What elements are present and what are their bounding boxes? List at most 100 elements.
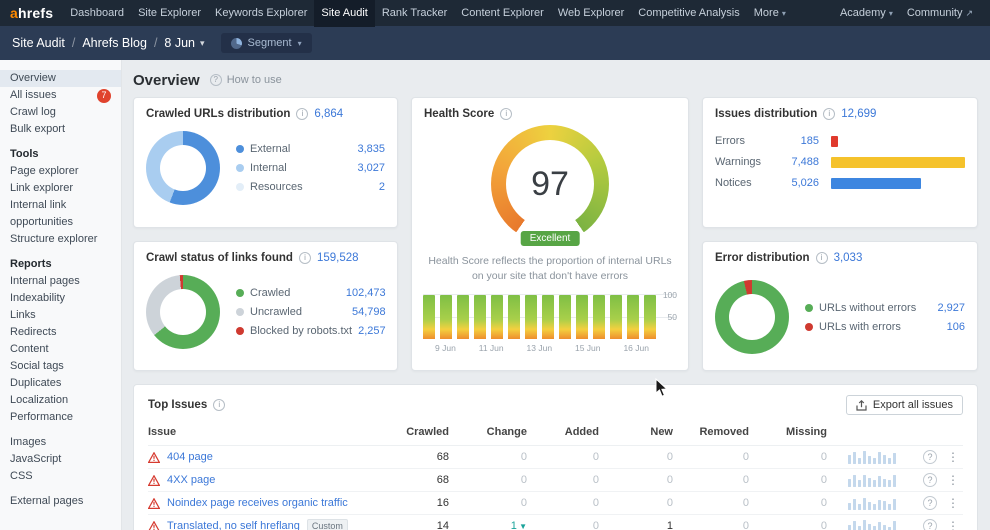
sidebar-item-localization[interactable]: Localization: [0, 392, 121, 409]
nav-item-site-explorer[interactable]: Site Explorer: [131, 0, 208, 27]
breadcrumb-item-8-jun[interactable]: 8 Jun: [164, 36, 195, 50]
legend-dot: [236, 145, 244, 153]
card-total[interactable]: 3,033: [834, 252, 863, 264]
nav-item-dashboard[interactable]: Dashboard: [63, 0, 131, 27]
sidebar-item-duplicates[interactable]: Duplicates: [0, 375, 121, 392]
help-icon[interactable]: ?: [923, 473, 937, 487]
breadcrumb-item-ahrefs-blog[interactable]: Ahrefs Blog: [82, 36, 147, 50]
error-distribution-card: Error distribution i 3,033 URLs without …: [702, 241, 978, 371]
table-row: Translated, no self hreflang Custom 14 1 ▼ 0…: [148, 515, 963, 530]
health-bar: [423, 294, 435, 340]
sidebar-item-javascript[interactable]: JavaScript: [0, 451, 121, 468]
health-bar: [542, 294, 554, 340]
ahrefs-logo[interactable]: ahrefs: [10, 5, 53, 21]
card-total[interactable]: 6,864: [314, 108, 343, 120]
health-bar: [491, 294, 503, 340]
info-icon[interactable]: i: [500, 108, 513, 120]
sidebar-item-content[interactable]: Content: [0, 341, 121, 358]
issue-link[interactable]: 404 page: [167, 451, 213, 463]
info-icon[interactable]: i: [213, 399, 226, 411]
sidebar-item-external-pages[interactable]: External pages: [0, 493, 121, 510]
sidebar: Overview All issues 7 Crawl log Bulk export T…: [0, 60, 122, 530]
issues-distribution-card: Issues distribution i 12,699 Errors 185 Wa…: [702, 97, 978, 228]
sidebar-item-indexability[interactable]: Indexability: [0, 290, 121, 307]
sidebar-item-bulk-export[interactable]: Bulk export: [0, 121, 121, 138]
sidebar-item-all-issues[interactable]: All issues 7: [0, 87, 121, 104]
column-header-added[interactable]: Added: [527, 426, 599, 438]
column-header-issue[interactable]: Issue: [148, 426, 387, 438]
legend-dot: [236, 327, 244, 335]
issue-link[interactable]: Noindex page receives organic traffic: [167, 497, 348, 509]
nav-item-community[interactable]: Community ↗: [900, 0, 980, 27]
column-header-change[interactable]: Change: [449, 426, 527, 438]
error-distribution-legend: URLs without errors 2,927 URLs with errors…: [805, 298, 965, 336]
help-icon[interactable]: ?: [923, 496, 937, 510]
sidebar-item-overview[interactable]: Overview: [0, 70, 121, 87]
error-severity-icon: [148, 451, 160, 463]
logo-rest: hrefs: [18, 5, 54, 21]
column-header-new[interactable]: New: [599, 426, 673, 438]
how-to-use-label: How to use: [226, 74, 282, 86]
health-bar: [593, 294, 605, 340]
segment-button[interactable]: Segment ▾: [220, 33, 312, 53]
sidebar-item-link-explorer[interactable]: Link explorer: [0, 180, 121, 197]
nav-item-academy[interactable]: Academy ▾: [833, 0, 900, 27]
health-score-value: 97: [531, 164, 569, 203]
card-total[interactable]: 159,528: [317, 252, 359, 264]
sidebar-item-internal-link-opportunities[interactable]: Internal link opportunities: [0, 197, 121, 231]
column-header-missing[interactable]: Missing: [749, 426, 827, 438]
crawl-status-card: Crawl status of links found i 159,528 Cr…: [133, 241, 398, 371]
column-header-crawled[interactable]: Crawled: [387, 426, 449, 438]
kebab-menu-icon[interactable]: ⋮: [943, 519, 963, 530]
how-to-use-link[interactable]: ? How to use: [209, 74, 282, 86]
sidebar-item-page-explorer[interactable]: Page explorer: [0, 163, 121, 180]
sidebar-item-internal-pages[interactable]: Internal pages: [0, 273, 121, 290]
info-icon[interactable]: i: [815, 252, 828, 264]
help-icon[interactable]: ?: [923, 519, 937, 530]
legend-dot: [236, 308, 244, 316]
issue-link[interactable]: Translated, no self hreflang: [167, 520, 300, 530]
bar-warnings: [831, 156, 965, 168]
info-icon[interactable]: i: [823, 108, 836, 120]
kebab-menu-icon[interactable]: ⋮: [943, 450, 963, 464]
nav-item-keywords-explorer[interactable]: Keywords Explorer: [208, 0, 314, 27]
nav-item-content-explorer[interactable]: Content Explorer: [454, 0, 551, 27]
kebab-menu-icon[interactable]: ⋮: [943, 473, 963, 487]
nav-item-competitive-analysis[interactable]: Competitive Analysis: [631, 0, 747, 27]
change-value: 0: [520, 474, 527, 486]
legend-dot: [236, 183, 244, 191]
export-all-issues-button[interactable]: Export all issues: [845, 395, 963, 415]
card-total[interactable]: 12,699: [841, 108, 876, 120]
info-icon[interactable]: i: [298, 252, 311, 264]
sidebar-item-structure-explorer[interactable]: Structure explorer: [0, 231, 121, 248]
table-title: Top Issues: [148, 399, 208, 411]
nav-item-more[interactable]: More ▾: [747, 0, 793, 27]
breadcrumb-item-site-audit[interactable]: Site Audit: [12, 36, 65, 50]
sidebar-item-images[interactable]: Images: [0, 434, 121, 451]
x-axis-tick: 15 Jun: [574, 343, 601, 354]
sidebar-item-css[interactable]: CSS: [0, 468, 121, 485]
chevron-down-icon: ▾: [200, 37, 205, 48]
kebab-menu-icon[interactable]: ⋮: [943, 496, 963, 510]
x-axis-tick: 9 Jun: [435, 343, 456, 354]
column-header-removed[interactable]: Removed: [673, 426, 749, 438]
legend-dot: [805, 322, 813, 331]
top-issues-card: Top Issues i Export all issues Issue Craw…: [133, 384, 978, 530]
nav-item-rank-tracker[interactable]: Rank Tracker: [375, 0, 454, 27]
nav-item-web-explorer[interactable]: Web Explorer: [551, 0, 631, 27]
sidebar-item-crawl-log[interactable]: Crawl log: [0, 104, 121, 121]
nav-item-site-audit[interactable]: Site Audit: [314, 0, 375, 27]
issues-table-body: 404 page 68 0 0 0 0 0? ⋮ 4XX page 68 0 0 0 0 0? ⋮ Noinde…: [148, 446, 963, 530]
sidebar-item-redirects[interactable]: Redirects: [0, 324, 121, 341]
crawled-urls-donut: [146, 131, 220, 205]
site-audit-page: ahrefs Dashboard Site Explorer Keywords Ex…: [0, 0, 990, 530]
sidebar-item-performance[interactable]: Performance: [0, 409, 121, 426]
issue-link[interactable]: 4XX page: [167, 474, 215, 486]
info-icon[interactable]: i: [296, 108, 309, 120]
sidebar-item-social-tags[interactable]: Social tags: [0, 358, 121, 375]
help-icon[interactable]: ?: [923, 450, 937, 464]
health-bar: [627, 294, 639, 340]
sidebar-item-links[interactable]: Links: [0, 307, 121, 324]
bar-notices: [831, 177, 921, 189]
health-chart-dates: 9 Jun 11 Jun 13 Jun 15 Jun 16 Jun: [423, 343, 649, 353]
